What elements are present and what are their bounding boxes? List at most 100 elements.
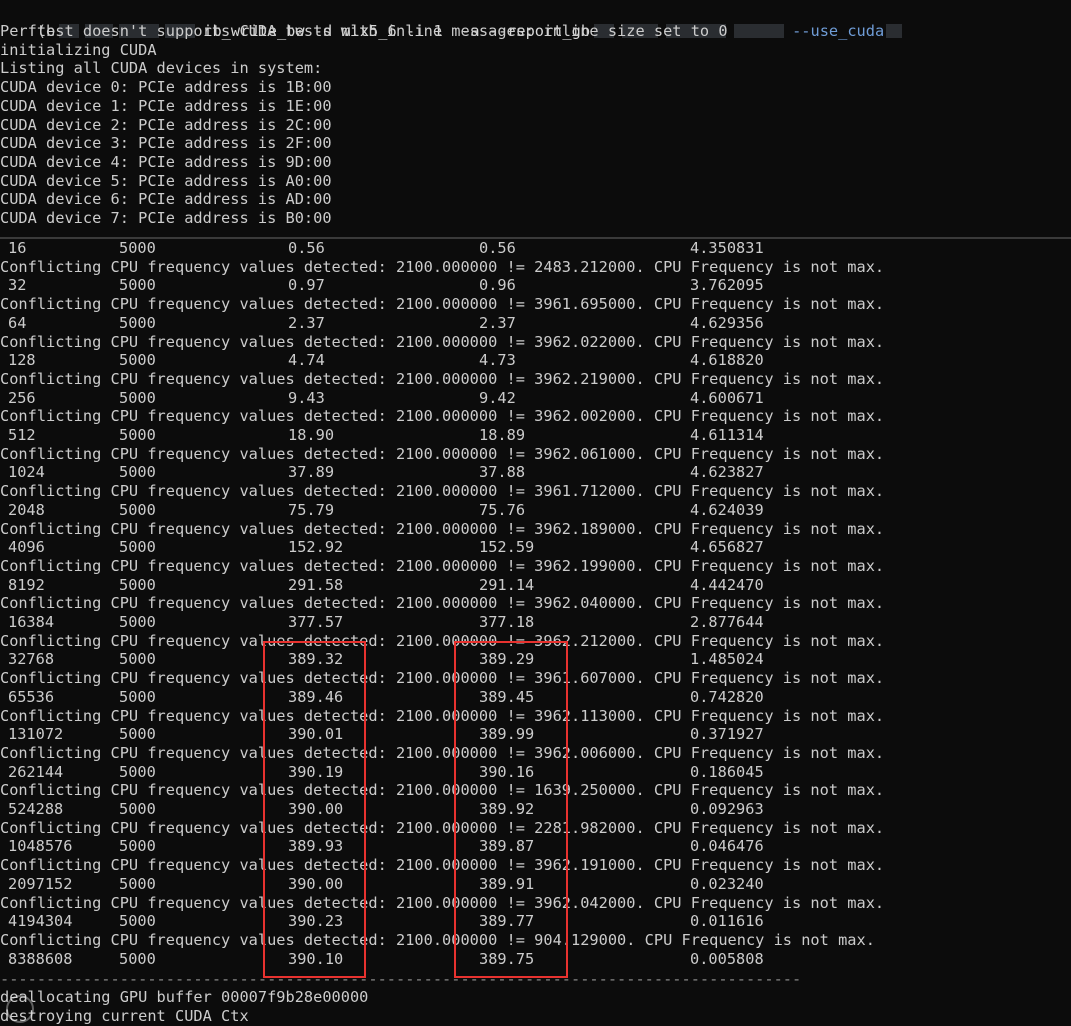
cell-bw-peak: 152.92	[288, 538, 344, 557]
cell-iterations: 5000	[119, 949, 156, 968]
cell-iterations: 5000	[119, 426, 156, 444]
cell-bw-peak: 377.57	[288, 613, 344, 631]
warning-line: Conflicting CPU frequency values detecte…	[0, 295, 885, 314]
header-line: Perftest doesn't supports CUDA tests wit…	[0, 22, 728, 40]
cell-bytes: 32768	[8, 650, 55, 669]
header-line: CUDA device 6: PCIe address is AD:00	[0, 190, 332, 209]
footer-line-dealloc: deallocating GPU buffer 00007f9b28e00000	[0, 988, 369, 1006]
header-line: CUDA device 1: PCIe address is 1E:00	[0, 96, 332, 115]
cell-bytes: 32	[8, 276, 27, 295]
cell-bw-peak: 75.79	[288, 500, 335, 519]
warning-line: Conflicting CPU frequency values detecte…	[0, 893, 885, 912]
cell-bw-peak: 0.97	[288, 276, 325, 295]
cell-msg-rate: 3.762095	[690, 276, 764, 295]
cell-bw-peak: 390.19	[288, 762, 344, 781]
cell-bytes: 16384	[8, 613, 55, 631]
cell-iterations: 5000	[119, 313, 156, 332]
watermark-icon	[6, 995, 34, 1023]
cell-iterations: 5000	[119, 762, 156, 781]
warning-line: Conflicting CPU frequency values detecte…	[0, 594, 885, 613]
cell-bw-peak: 9.43	[288, 388, 325, 407]
cell-msg-rate: 0.046476	[690, 837, 764, 856]
cell-bw-average: 389.29	[479, 650, 535, 669]
cell-bw-peak: 390.10	[288, 949, 344, 968]
cell-iterations: 5000	[119, 650, 156, 669]
cell-msg-rate: 0.023240	[690, 874, 764, 893]
cell-msg-rate: 4.611314	[690, 426, 764, 444]
cell-bytes: 1048576	[8, 837, 73, 856]
cell-msg-rate: 4.600671	[690, 388, 764, 407]
cell-bw-average: 389.77	[479, 912, 535, 931]
warning-line: Conflicting CPU frequency values detecte…	[0, 856, 885, 875]
cell-bytes: 1024	[8, 463, 45, 482]
warning-line: Conflicting CPU frequency values detecte…	[0, 818, 885, 837]
header-line: CUDA device 2: PCIe address is 2C:00	[0, 115, 332, 134]
cell-bw-average: 291.14	[479, 575, 535, 594]
warning-line: Conflicting CPU frequency values detecte…	[0, 556, 885, 575]
cell-iterations: 5000	[119, 351, 156, 370]
cell-bw-average: 0.56	[479, 239, 516, 257]
cell-bytes: 8192	[8, 575, 45, 594]
cell-iterations: 5000	[119, 687, 156, 706]
cell-bw-peak: 390.23	[288, 912, 344, 931]
cell-bw-average: 9.42	[479, 388, 516, 407]
cell-msg-rate: 4.442470	[690, 575, 764, 594]
cell-bytes: 16	[8, 239, 27, 257]
cell-bw-average: 389.45	[479, 687, 535, 706]
warning-line: Conflicting CPU frequency values detecte…	[0, 332, 885, 351]
cell-iterations: 5000	[119, 837, 156, 856]
cell-bw-peak: 389.32	[288, 650, 344, 669]
redacted-segment	[734, 24, 785, 39]
cell-bytes: 64	[8, 313, 27, 332]
warning-line: Conflicting CPU frequency values detecte…	[0, 669, 885, 688]
cell-bw-average: 390.16	[479, 762, 535, 781]
cell-bw-average: 4.73	[479, 351, 516, 370]
cell-msg-rate: 4.350831	[690, 239, 764, 257]
cell-bw-average: 0.96	[479, 276, 516, 295]
cell-bw-average: 389.91	[479, 874, 535, 893]
cell-msg-rate: 0.092963	[690, 800, 764, 818]
cell-bw-peak: 18.90	[288, 426, 335, 444]
cell-bytes: 65536	[8, 687, 55, 706]
header-line: initializing CUDA	[0, 40, 157, 59]
warning-line: Conflicting CPU frequency values detecte…	[0, 257, 885, 276]
cell-bytes: 512	[8, 426, 36, 444]
cell-msg-rate: 0.742820	[690, 687, 764, 706]
cell-bytes: 2048	[8, 500, 45, 519]
cell-msg-rate: 4.624039	[690, 500, 764, 519]
cell-bw-average: 377.18	[479, 613, 535, 631]
command-tail: --use_cuda	[792, 21, 885, 40]
header-line: Listing all CUDA devices in system:	[0, 59, 323, 78]
footer-line-destroy: destroying current CUDA Ctx	[0, 1007, 249, 1025]
cell-bw-peak: 2.37	[288, 313, 325, 332]
terminal-window[interactable]: (b ib_write_bw -d mlx5_6 -i 1 -a --report…	[0, 0, 1071, 1025]
cell-bytes: 8388608	[8, 949, 73, 968]
cell-bytes: 128	[8, 351, 36, 370]
warning-line: Conflicting CPU frequency values detecte…	[0, 407, 885, 426]
cell-iterations: 5000	[119, 874, 156, 893]
cell-msg-rate: 0.371927	[690, 725, 764, 744]
cell-bw-peak: 37.89	[288, 463, 335, 482]
header-line: CUDA device 7: PCIe address is B0:00	[0, 209, 332, 227]
cell-bw-average: 2.37	[479, 313, 516, 332]
cell-bytes: 524288	[8, 800, 64, 818]
cell-iterations: 5000	[119, 500, 156, 519]
cell-bw-peak: 389.93	[288, 837, 344, 856]
cell-bw-average: 389.99	[479, 725, 535, 744]
cell-msg-rate: 4.618820	[690, 351, 764, 370]
cell-bw-peak: 390.01	[288, 725, 344, 744]
cell-iterations: 5000	[119, 800, 156, 818]
cell-msg-rate: 1.485024	[690, 650, 764, 669]
cell-bw-average: 75.76	[479, 500, 526, 519]
cell-msg-rate: 0.011616	[690, 912, 764, 931]
cell-msg-rate: 4.629356	[690, 313, 764, 332]
warning-line: Conflicting CPU frequency values detecte…	[0, 369, 885, 388]
warning-line: Conflicting CPU frequency values detecte…	[0, 781, 885, 800]
cell-bw-peak: 4.74	[288, 351, 325, 370]
cell-iterations: 5000	[119, 912, 156, 931]
header-line: CUDA device 4: PCIe address is 9D:00	[0, 152, 332, 171]
cell-bw-average: 389.92	[479, 800, 535, 818]
command-line: (b ib_write_bw -d mlx5_6 -i 1 -a --report…	[0, 3, 903, 40]
cell-bw-average: 37.88	[479, 463, 526, 482]
cell-iterations: 5000	[119, 388, 156, 407]
